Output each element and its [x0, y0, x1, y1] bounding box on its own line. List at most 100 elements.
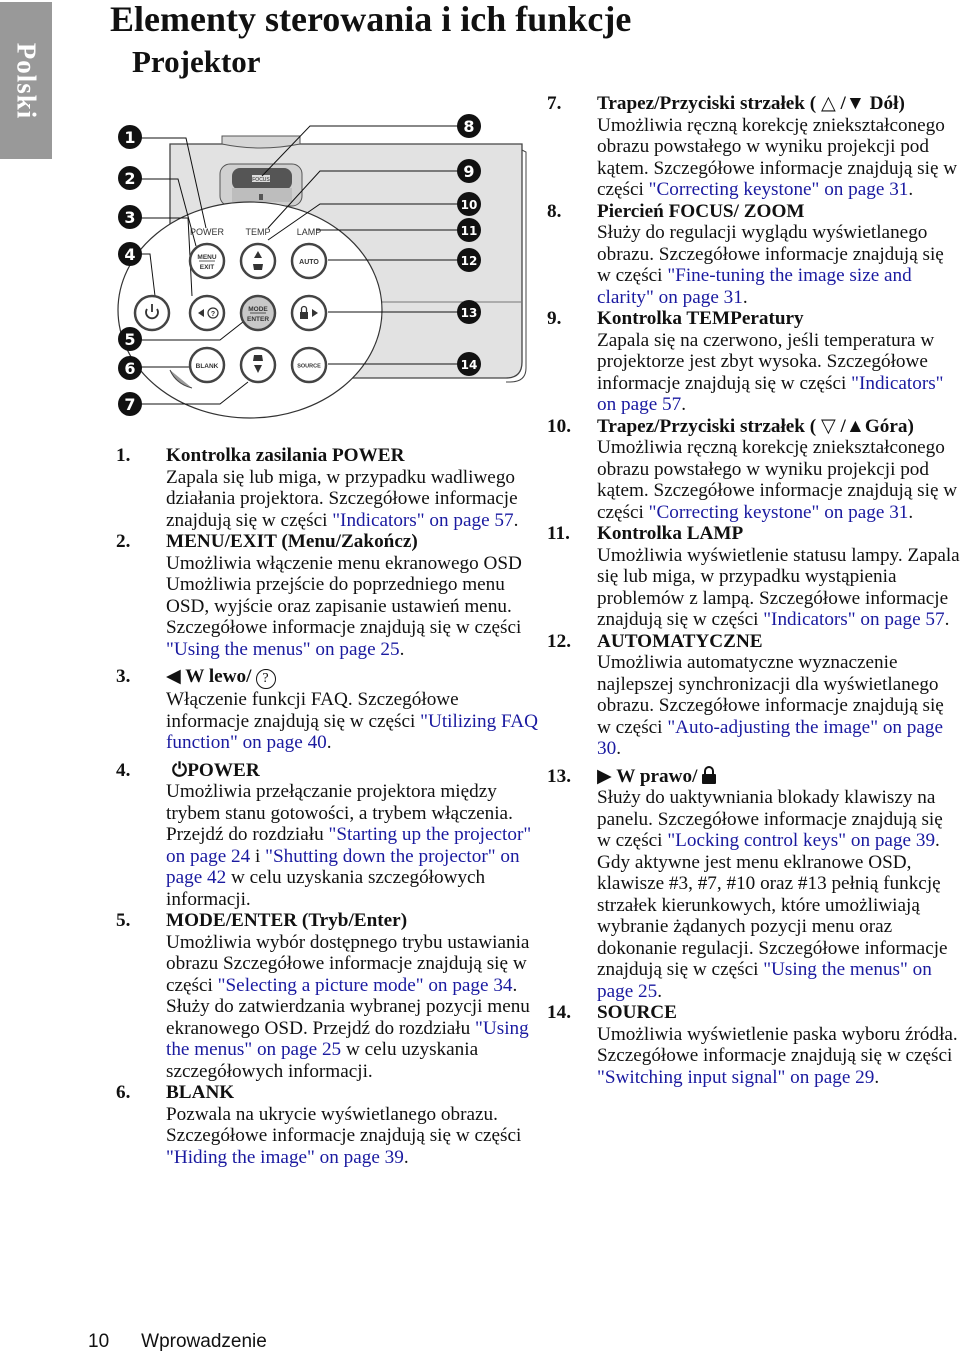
svg-text:8: 8 — [463, 117, 474, 136]
item-title: Kontrolka LAMP — [597, 523, 744, 544]
list-item-1: 1. Kontrolka zasilania POWER Zapala się … — [116, 445, 541, 531]
power-icon: ⏻ — [172, 759, 188, 781]
svg-text:11: 11 — [461, 224, 478, 238]
item-title: Piercień FOCUS/ ZOOM — [597, 200, 805, 222]
right-arrow-icon: ▶ — [597, 765, 617, 787]
auto-button: AUTO — [290, 242, 328, 280]
list-item-3: 3. ◀ W lewo/? Włączenie funkcji FAQ. Szc… — [116, 666, 538, 753]
svg-text:?: ? — [211, 311, 215, 318]
callout-10: 10 — [457, 192, 481, 216]
link-indicators[interactable]: "Indicators" on page 57 — [332, 510, 513, 531]
item-title: BLANK — [166, 1082, 235, 1103]
svg-text:4: 4 — [124, 245, 135, 264]
link-switching-input[interactable]: "Switching input signal" on page 29 — [597, 1067, 874, 1088]
item-title: SOURCE — [597, 1002, 677, 1023]
svg-text:2: 2 — [124, 169, 135, 188]
left-column: 1. Kontrolka zasilania POWER Zapala się … — [116, 445, 541, 1168]
language-tab-label: Polski — [11, 42, 42, 119]
lock-icon — [702, 765, 717, 784]
callout-3: 3 — [118, 205, 142, 229]
callout-6: 6 — [118, 356, 142, 380]
down-arrow-icon: ▼ — [845, 93, 865, 114]
svg-text:AUTO: AUTO — [299, 259, 319, 266]
svg-text:BLANK: BLANK — [196, 363, 219, 370]
callout-7: 7 — [118, 392, 142, 416]
mode-enter-button: MODE ENTER — [239, 294, 277, 332]
left-arrow-icon: ◀ — [166, 666, 186, 687]
section-subtitle: Projektor — [132, 44, 261, 79]
callout-5: 5 — [118, 327, 142, 351]
link-locking-keys[interactable]: "Locking control keys" on page 39 — [667, 830, 935, 851]
item-title: MENU/EXIT (Menu/Zakończ) — [166, 531, 418, 552]
question-circle-icon: ? — [255, 669, 276, 689]
callout-4: 4 — [118, 242, 142, 266]
source-button: SOURCE — [290, 346, 328, 384]
blank-button: BLANK — [188, 346, 226, 384]
svg-text:3: 3 — [124, 208, 135, 227]
item-title: Kontrolka zasilania POWER — [166, 445, 405, 466]
menu-exit-button: MENU EXIT — [188, 242, 226, 280]
svg-text:9: 9 — [463, 162, 474, 181]
keystone-up-button — [239, 242, 277, 280]
section-name: Wprowadzenie — [141, 1331, 267, 1352]
keystone-down-button — [239, 346, 277, 384]
svg-text:1: 1 — [124, 128, 135, 147]
list-item-13: 13. ▶ W prawo/ Służy do uaktywniania blo… — [547, 765, 948, 1002]
page-footer: 10 Wprowadzenie — [88, 1331, 267, 1353]
svg-text:SOURCE: SOURCE — [297, 364, 321, 370]
right-column: 7. Trapez/Przyciski strzałek ( △ /▼ Dół)… — [547, 93, 960, 1088]
svg-text:MODE: MODE — [248, 306, 268, 313]
svg-text:EXIT: EXIT — [200, 264, 214, 271]
list-item-14: 14. SOURCE Umożliwia wyświetlenie paska … — [547, 1002, 960, 1088]
list-item-6: 6. BLANK Pozwala na ukrycie wyświetlaneg… — [116, 1082, 541, 1168]
svg-text:FOCUS: FOCUS — [252, 177, 270, 183]
svg-text:13: 13 — [461, 306, 478, 320]
page-title: Elementy sterowania i ich funkcje — [110, 0, 632, 39]
link-hiding-image[interactable]: "Hiding the image" on page 39 — [166, 1147, 404, 1168]
link-indicators[interactable]: "Indicators" on page 57 — [763, 609, 944, 630]
svg-text:10: 10 — [461, 198, 478, 212]
temp-indicator-label: TEMP — [245, 227, 270, 237]
item-title: AUTOMATYCZNE — [597, 630, 763, 652]
svg-text:ENTER: ENTER — [247, 316, 269, 323]
callout-11: 11 — [457, 218, 481, 242]
lock-right-button — [290, 294, 328, 332]
lamp-indicator-label: LAMP — [297, 227, 322, 237]
up-arrow-icon: ▲ — [845, 415, 865, 437]
callout-9: 9 — [457, 159, 481, 183]
svg-text:7: 7 — [124, 395, 135, 414]
callout-1: 1 — [118, 125, 142, 149]
list-item-4: 4. ⏻POWER Umożliwia przełączanie projekt… — [116, 759, 532, 910]
item-title: Kontrolka TEMPeratury — [597, 308, 804, 329]
link-using-menus[interactable]: "Using the menus" on page 25 — [166, 639, 400, 660]
callout-14: 14 — [457, 352, 481, 376]
svg-text:5: 5 — [124, 330, 135, 349]
focus-ring: FOCUS — [219, 163, 303, 207]
projector-diagram: FOCUS POWER TEMP LAMP MENU EXIT AUTO ? M… — [100, 100, 540, 430]
callout-8: 8 — [457, 114, 481, 138]
item-title: MODE/ENTER (Tryb/Enter) — [166, 910, 408, 931]
list-item-8: 8. Piercień FOCUS/ ZOOM Służy do regulac… — [547, 201, 960, 309]
page-number: 10 — [88, 1331, 110, 1352]
callout-12: 12 — [457, 248, 481, 272]
link-picture-mode[interactable]: "Selecting a picture mode" on page 34 — [218, 975, 513, 996]
link-correcting-keystone[interactable]: "Correcting keystone" on page 31 — [649, 179, 909, 200]
callout-13: 13 — [457, 300, 481, 324]
list-item-2: 2. MENU/EXIT (Menu/Zakończ) Umożliwia wł… — [116, 531, 541, 660]
svg-text:MENU: MENU — [197, 254, 216, 261]
power-button — [133, 294, 171, 332]
keystone-trapezoid-icon: △ — [820, 93, 836, 114]
list-item-10: 10. Trapez/Przyciski strzałek ( ▽ /▲Góra… — [547, 415, 958, 523]
callout-2: 2 — [118, 166, 142, 190]
list-item-11: 11. Kontrolka LAMP Umożliwia wyświetleni… — [547, 523, 960, 630]
svg-text:14: 14 — [461, 358, 478, 372]
link-correcting-keystone[interactable]: "Correcting keystone" on page 31 — [649, 502, 909, 523]
list-item-12: 12. AUTOMATYCZNE Umożliwia automatyczne … — [547, 631, 960, 760]
list-item-5: 5. MODE/ENTER (Tryb/Enter) Umożliwia wyb… — [116, 910, 541, 1082]
language-tab: Polski — [0, 2, 52, 159]
power-indicator-label: POWER — [190, 227, 225, 237]
svg-text:12: 12 — [461, 254, 478, 268]
keystone-inverted-trapezoid-icon: ▽ — [820, 415, 836, 437]
left-faq-button: ? — [188, 294, 226, 332]
svg-text:6: 6 — [124, 359, 135, 378]
